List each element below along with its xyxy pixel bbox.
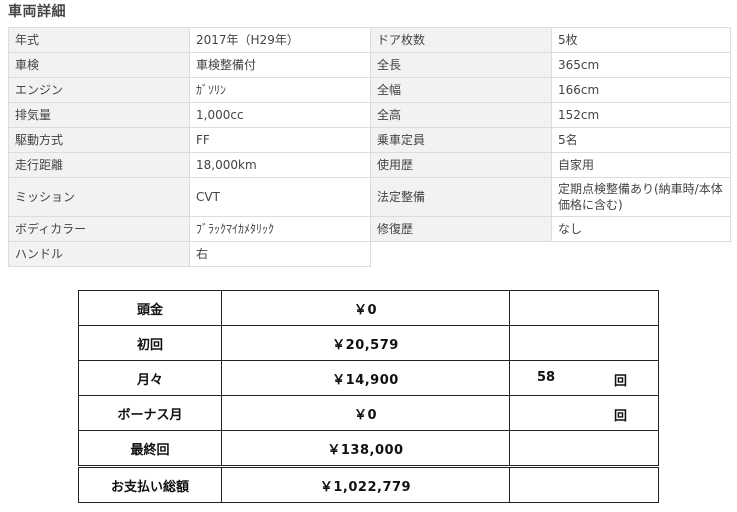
payment-extra xyxy=(509,465,659,503)
spec-value: 152cm xyxy=(552,103,731,128)
payment-extra xyxy=(509,430,659,467)
payment-row-total: お支払い総額 ￥1,022,779 xyxy=(78,465,659,503)
spec-value: 5枚 xyxy=(552,28,731,53)
spec-label: エンジン xyxy=(9,78,190,103)
vehicle-spec-table: 年式 2017年（H29年） ドア枚数 5枚 車検 車検整備付 全長 365cm… xyxy=(8,27,731,267)
payment-extra: 回 xyxy=(509,395,659,431)
payment-label: お支払い総額 xyxy=(78,465,222,503)
spec-value: CVT xyxy=(190,178,371,217)
spec-label: 乗車定員 xyxy=(371,128,552,153)
spec-value: ｶﾞｿﾘﾝ xyxy=(190,78,371,103)
spec-label: ドア枚数 xyxy=(371,28,552,53)
spec-value: 車検整備付 xyxy=(190,53,371,78)
spec-value: 166cm xyxy=(552,78,731,103)
spec-label: 全幅 xyxy=(371,78,552,103)
spec-value: 1,000cc xyxy=(190,103,371,128)
payment-label: ボーナス月 xyxy=(78,395,222,431)
payment-label: 頭金 xyxy=(78,290,222,326)
spec-value: ﾌﾞﾗｯｸﾏｲｶﾒﾀﾘｯｸ xyxy=(190,217,371,242)
spec-row: ハンドル 右 xyxy=(9,242,731,267)
spec-label: 使用歴 xyxy=(371,153,552,178)
spec-row: 排気量 1,000cc 全高 152cm xyxy=(9,103,731,128)
section-title: 車両詳細 xyxy=(8,4,66,20)
spec-value: 右 xyxy=(190,242,371,267)
payment-extra xyxy=(509,290,659,326)
spec-label: 修復歴 xyxy=(371,217,552,242)
spec-label: 排気量 xyxy=(9,103,190,128)
payment-amount: ￥0 xyxy=(221,290,510,326)
spec-label: 全長 xyxy=(371,53,552,78)
spec-row: 年式 2017年（H29年） ドア枚数 5枚 xyxy=(9,28,731,53)
spec-row: ボディカラー ﾌﾞﾗｯｸﾏｲｶﾒﾀﾘｯｸ 修復歴 なし xyxy=(9,217,731,242)
spec-label: ハンドル xyxy=(9,242,190,267)
spec-label: 駆動方式 xyxy=(9,128,190,153)
spec-value: FF xyxy=(190,128,371,153)
payment-unit: 回 xyxy=(614,409,628,424)
payment-extra: 58 回 xyxy=(509,360,659,396)
payment-count: 58 xyxy=(537,370,556,385)
payment-row: 最終回 ￥138,000 xyxy=(78,430,659,467)
spec-label: 法定整備 xyxy=(371,178,552,217)
payment-amount: ￥20,579 xyxy=(221,325,510,361)
payment-amount: ￥14,900 xyxy=(221,360,510,396)
payment-amount: ￥138,000 xyxy=(221,430,510,467)
spec-label: 車検 xyxy=(9,53,190,78)
payment-row: ボーナス月 ￥0 回 xyxy=(78,395,659,431)
payment-row: 頭金 ￥0 xyxy=(78,290,659,326)
spec-label: 年式 xyxy=(9,28,190,53)
spec-label: ボディカラー xyxy=(9,217,190,242)
payment-label: 月々 xyxy=(78,360,222,396)
spec-value: 5名 xyxy=(552,128,731,153)
payment-label: 初回 xyxy=(78,325,222,361)
payment-plan-table: 頭金 ￥0 初回 ￥20,579 月々 ￥14,900 58 回 ボーナス月 ￥0… xyxy=(78,290,659,503)
spec-row: ミッション CVT 法定整備 定期点検整備あり(納車時/本体価格に含む) xyxy=(9,178,731,217)
payment-unit: 回 xyxy=(614,374,628,389)
payment-label: 最終回 xyxy=(78,430,222,467)
spec-row: 駆動方式 FF 乗車定員 5名 xyxy=(9,128,731,153)
payment-extra xyxy=(509,325,659,361)
payment-row: 月々 ￥14,900 58 回 xyxy=(78,360,659,396)
spec-value: 定期点検整備あり(納車時/本体価格に含む) xyxy=(552,178,731,217)
spec-row: 走行距離 18,000km 使用歴 自家用 xyxy=(9,153,731,178)
spec-value: 2017年（H29年） xyxy=(190,28,371,53)
spec-label: 走行距離 xyxy=(9,153,190,178)
spec-label: ミッション xyxy=(9,178,190,217)
spec-value: 365cm xyxy=(552,53,731,78)
spec-value: 自家用 xyxy=(552,153,731,178)
spec-row: 車検 車検整備付 全長 365cm xyxy=(9,53,731,78)
spec-label: 全高 xyxy=(371,103,552,128)
payment-amount: ￥0 xyxy=(221,395,510,431)
payment-row: 初回 ￥20,579 xyxy=(78,325,659,361)
spec-row: エンジン ｶﾞｿﾘﾝ 全幅 166cm xyxy=(9,78,731,103)
spec-value: 18,000km xyxy=(190,153,371,178)
spec-value: なし xyxy=(552,217,731,242)
payment-amount: ￥1,022,779 xyxy=(221,465,510,503)
